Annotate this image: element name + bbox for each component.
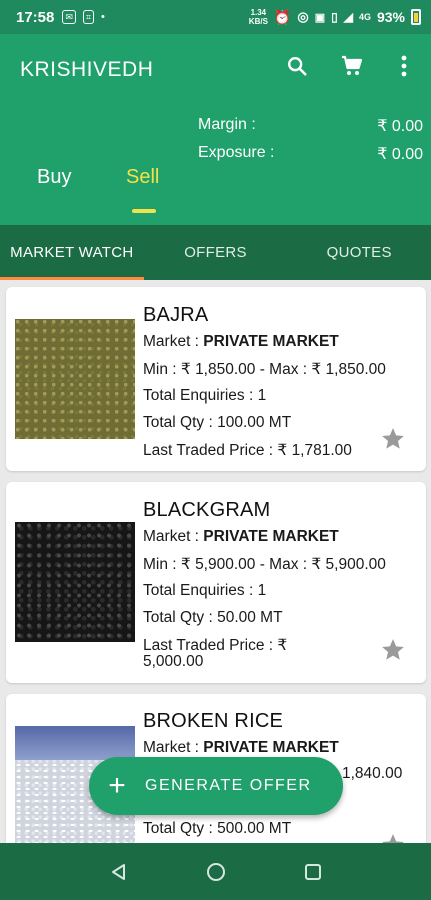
alarm-icon: ⏰ [273,8,292,25]
favorite-star-icon[interactable] [380,637,406,663]
commodity-name: BAJRA [143,304,209,326]
sell-tab[interactable]: Sell [126,166,159,189]
favorite-star-icon[interactable] [380,832,406,843]
system-nav-bar [0,843,431,900]
market-value: PRIVATE MARKET [203,739,339,756]
market-line: Market : PRIVATE MARKET [143,528,339,546]
signal-icon: ◢ [343,10,353,24]
app-title: KRISHIVEDH [20,58,154,81]
system-icons: 1.34 KB/S ⏰ ◎ ▣ ▯ ◢ 4G 93% [249,8,421,26]
vibrate-icon: ▯ [331,10,338,24]
tab-offers[interactable]: OFFERS [144,225,288,280]
tab-offers-label: OFFERS [184,244,247,261]
hotspot-icon: ◎ [297,9,309,24]
favorite-star-icon[interactable] [380,426,406,452]
tab-market-watch[interactable]: MARKET WATCH [0,225,144,280]
market-label: Market : [143,333,199,350]
status-time: 17:58 [16,8,55,26]
message-icon: ✉ [62,10,76,24]
commodity-name: BROKEN RICE [143,710,284,732]
search-icon[interactable] [283,52,311,80]
market-tabs: MARKET WATCH OFFERS QUOTES [0,225,431,280]
more-options-icon[interactable] [390,52,418,80]
recents-nav-icon[interactable] [298,857,328,887]
margin-value: ₹ 0.00 [377,118,423,135]
speed-unit: KB/S [248,17,268,26]
status-bar: 17:58 ✉ ⌗ • 1.34 KB/S ⏰ ◎ ▣ ▯ ◢ 4G 93% [0,0,431,34]
last-traded-price: Last Traded Price : ₹ 1,781.00 [143,442,352,459]
app-header: KRISHIVEDH Margin : ₹ 0.00 Exposure : ₹ … [0,34,431,225]
tab-market-watch-label: MARKET WATCH [10,244,134,261]
market-value: PRIVATE MARKET [203,528,339,545]
commodity-image [15,522,135,642]
market-line: Market : PRIVATE MARKET [143,739,339,757]
speed-value: 1.34 [250,8,267,17]
total-qty: Total Qty : 500.00 MT [143,820,292,837]
battery-percent: 93% [376,9,405,25]
generate-offer-button[interactable]: + GENERATE OFFER [89,757,343,815]
exposure-row: Exposure : ₹ 0.00 [198,144,423,164]
total-enquiries: Total Enquiries : 1 [143,387,267,404]
tab-quotes[interactable]: QUOTES [287,225,431,280]
price-range: Min : ₹ 1,850.00 - Max : ₹ 1,850.00 [143,361,386,378]
market-line: Market : PRIVATE MARKET [143,333,339,351]
total-qty: Total Qty : 100.00 MT [143,414,292,431]
market-label: Market : [143,528,199,545]
battery-icon [411,9,421,25]
margin-row: Margin : ₹ 0.00 [198,116,423,136]
total-qty: Total Qty : 50.00 MT [143,609,283,626]
plus-icon: + [108,769,126,802]
price-range: Min : ₹ 5,900.00 - Max : ₹ 5,900.00 [143,556,386,573]
price-range-partial: 1,840.00 [342,765,403,782]
market-label: Market : [143,739,199,756]
total-enquiries: Total Enquiries : 1 [143,582,267,599]
nfc-icon: ▣ [314,11,326,24]
commodity-card[interactable]: BAJRA Market : PRIVATE MARKET Min : ₹ 1,… [6,287,426,471]
image-backdrop [15,726,135,760]
network-speed: 1.34 KB/S [249,8,268,26]
home-nav-icon[interactable] [201,857,231,887]
margin-label: Margin : [198,116,256,133]
commodity-image [15,319,135,439]
commodity-name: BLACKGRAM [143,499,271,521]
sell-tab-indicator [132,209,156,213]
app-notification-icon: ⌗ [82,10,94,24]
tab-quotes-label: QUOTES [326,244,392,261]
buy-tab[interactable]: Buy [37,166,71,189]
network-type: 4G [358,12,371,22]
market-value: PRIVATE MARKET [203,333,339,350]
commodity-card[interactable]: BLACKGRAM Market : PRIVATE MARKET Min : … [6,482,426,683]
exposure-value: ₹ 0.00 [377,146,423,163]
generate-offer-label: GENERATE OFFER [145,777,312,794]
back-nav-icon[interactable] [104,857,134,887]
notification-icons: ✉ ⌗ • [62,10,105,24]
last-traded-price-cont: 5,000.00 [143,653,204,670]
cart-icon[interactable] [338,52,366,80]
dot-icon: • [101,11,105,23]
exposure-label: Exposure : [198,144,275,161]
